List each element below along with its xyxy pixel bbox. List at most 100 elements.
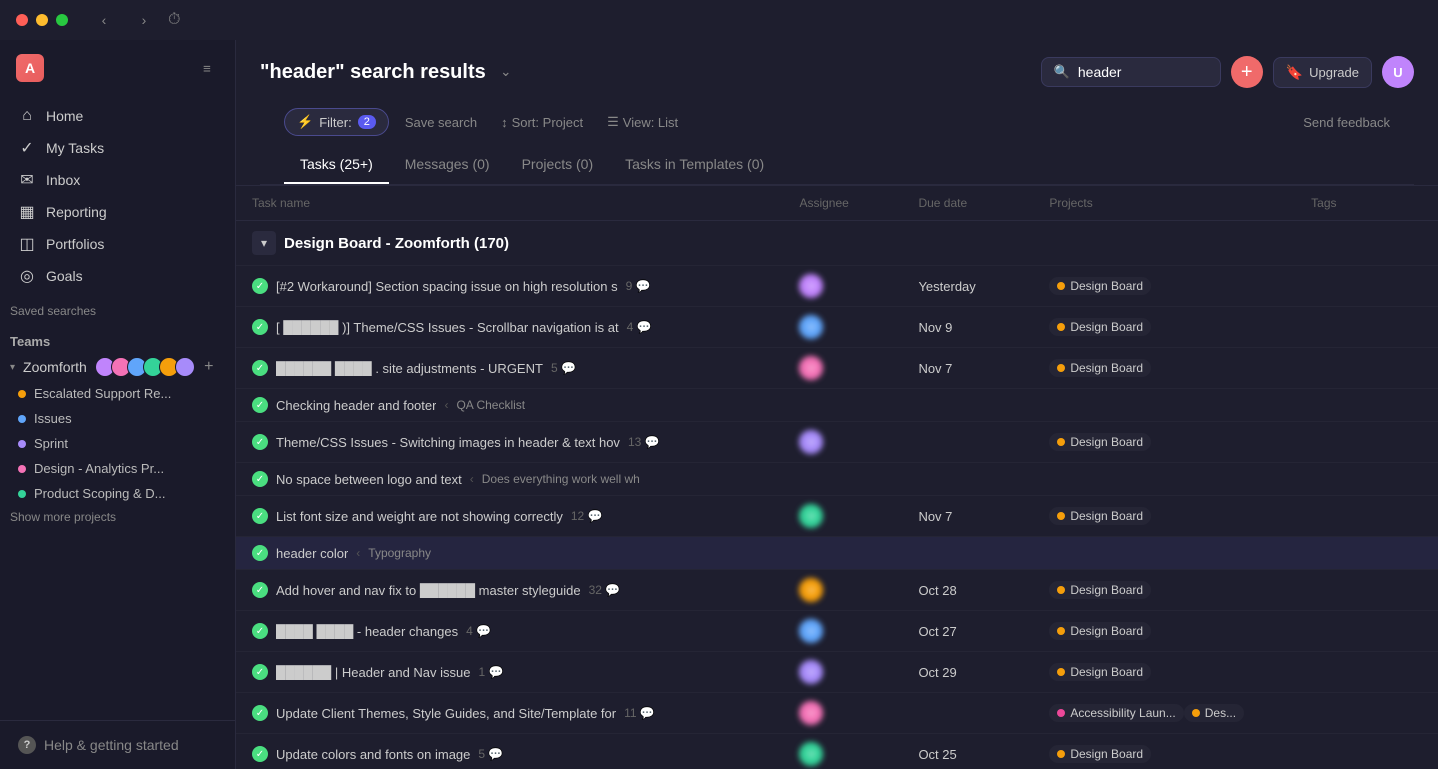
table-row[interactable]: ✓[#2 Workaround] Section spacing issue o… [236, 266, 1438, 307]
table-row[interactable]: ✓████ ████ - header changes4 💬UOct 27Des… [236, 611, 1438, 652]
task-complete-icon[interactable]: ✓ [252, 623, 268, 639]
sidebar-item-portfolios[interactable]: ◫ Portfolios [8, 228, 227, 260]
task-complete-icon[interactable]: ✓ [252, 508, 268, 524]
project-tag: Design Board [1049, 745, 1151, 763]
sidebar-nav: ⌂ Home ✓ My Tasks ✉ Inbox ▦ Reporting ◫ … [0, 96, 235, 296]
project-item-design-analytics[interactable]: Design - Analytics Pr... [8, 456, 227, 481]
tab-tasks[interactable]: Tasks (25+) [284, 146, 389, 184]
tags-cell [1295, 570, 1438, 611]
table-row[interactable]: ✓No space between logo and text ‹ Does e… [236, 463, 1438, 496]
upgrade-btn[interactable]: 🔖 Upgrade [1273, 57, 1372, 88]
projects-cell [1033, 389, 1295, 422]
task-complete-icon[interactable]: ✓ [252, 434, 268, 450]
task-complete-icon[interactable]: ✓ [252, 278, 268, 294]
sort-label: Sort: Project [512, 115, 584, 130]
save-search-btn[interactable]: Save search [397, 110, 485, 135]
tab-messages[interactable]: Messages (0) [389, 146, 506, 184]
back-btn[interactable]: ‹ [92, 8, 116, 32]
due-date-cell: Nov 7 [902, 348, 1033, 389]
task-link-sep: ‹ [356, 546, 360, 560]
sidebar-item-label-portfolios: Portfolios [46, 236, 104, 252]
table-row[interactable]: ✓List font size and weight are not showi… [236, 496, 1438, 537]
task-name-text: ██████ ████ . site adjustments - URGENT [276, 361, 543, 376]
view-btn[interactable]: ☰ View: List [599, 109, 686, 135]
tags-cell [1295, 693, 1438, 734]
project-item-issues[interactable]: Issues [8, 406, 227, 431]
help-item[interactable]: ? Help & getting started [8, 729, 227, 761]
header-menu-btn[interactable]: ⌄ [494, 60, 518, 84]
group-toggle-btn[interactable]: ▾ [252, 231, 276, 255]
sidebar-item-home[interactable]: ⌂ Home [8, 100, 227, 132]
tab-templates[interactable]: Tasks in Templates (0) [609, 146, 780, 184]
table-header: Task name Assignee Due date Projects Tag… [236, 186, 1438, 221]
task-complete-icon[interactable]: ✓ [252, 582, 268, 598]
comment-count: 32 💬 [589, 583, 621, 597]
view-label: View: List [623, 115, 678, 130]
project-item-sprint[interactable]: Sprint [8, 431, 227, 456]
filter-btn[interactable]: ⚡ Filter: 2 [284, 108, 389, 136]
tab-projects[interactable]: Projects (0) [506, 146, 610, 184]
sidebar: A ≡ ⌂ Home ✓ My Tasks ✉ Inbox ▦ Reportin… [0, 40, 236, 769]
task-link[interactable]: QA Checklist [456, 398, 525, 412]
header-top: "header" search results ⌄ 🔍 + 🔖 Upgrade … [260, 56, 1414, 88]
team-item-zoomforth[interactable]: ▾ Zoomforth + [0, 353, 235, 381]
add-btn[interactable]: + [1231, 56, 1263, 88]
table-row[interactable]: ✓██████ | Header and Nav issue1 💬UOct 29… [236, 652, 1438, 693]
table-row[interactable]: ✓Update Client Themes, Style Guides, and… [236, 693, 1438, 734]
table-row[interactable]: ✓Theme/CSS Issues - Switching images in … [236, 422, 1438, 463]
task-complete-icon[interactable]: ✓ [252, 471, 268, 487]
task-link[interactable]: Typography [368, 546, 431, 560]
group-title: Design Board - Zoomforth (170) [284, 235, 509, 252]
show-more-projects[interactable]: Show more projects [0, 506, 235, 528]
assignee-avatar: U [799, 701, 823, 725]
project-item-product-scoping[interactable]: Product Scoping & D... [8, 481, 227, 506]
sidebar-item-reporting[interactable]: ▦ Reporting [8, 196, 227, 228]
project-item-escalated[interactable]: Escalated Support Re... [8, 381, 227, 406]
group-header: ▾ Design Board - Zoomforth (170) [252, 231, 1422, 255]
search-input[interactable] [1078, 64, 1178, 80]
sort-btn[interactable]: ↕ Sort: Project [493, 110, 591, 135]
main-content: "header" search results ⌄ 🔍 + 🔖 Upgrade … [236, 40, 1438, 769]
table-row[interactable]: ✓Checking header and footer ‹ QA Checkli… [236, 389, 1438, 422]
user-avatar[interactable]: U [1382, 56, 1414, 88]
tags-cell [1295, 307, 1438, 348]
search-box[interactable]: 🔍 [1041, 57, 1221, 87]
task-name-text: Checking header and footer [276, 398, 436, 413]
header-title-row: "header" search results ⌄ [260, 60, 518, 84]
sidebar-item-my-tasks[interactable]: ✓ My Tasks [8, 132, 227, 164]
task-link[interactable]: Does everything work well wh [482, 472, 640, 486]
project-label: Product Scoping & D... [34, 486, 166, 501]
sidebar-item-goals[interactable]: ◎ Goals [8, 260, 227, 292]
sidebar-item-inbox[interactable]: ✉ Inbox [8, 164, 227, 196]
task-complete-icon[interactable]: ✓ [252, 705, 268, 721]
task-complete-icon[interactable]: ✓ [252, 360, 268, 376]
due-date-cell [902, 463, 1033, 496]
task-name-text: ████ ████ - header changes [276, 624, 458, 639]
forward-btn[interactable]: › [132, 8, 156, 32]
assignee-avatar: U [799, 619, 823, 643]
table-row[interactable]: ✓header color ‹ Typography [236, 537, 1438, 570]
table-row[interactable]: ✓ ██████ ████ . site adjustments - URGENT… [236, 348, 1438, 389]
task-name-text: No space between logo and text [276, 472, 462, 487]
comment-count: 5 💬 [478, 747, 503, 761]
maximize-window-btn[interactable] [56, 14, 68, 26]
task-complete-icon[interactable]: ✓ [252, 545, 268, 561]
table-row[interactable]: ✓Update colors and fonts on image5 💬UOct… [236, 734, 1438, 769]
task-complete-icon[interactable]: ✓ [252, 319, 268, 335]
close-window-btn[interactable] [16, 14, 28, 26]
minimize-window-btn[interactable] [36, 14, 48, 26]
task-complete-icon[interactable]: ✓ [252, 397, 268, 413]
table-row[interactable]: ✓[ ██████ )] Theme/CSS Issues - Scrollba… [236, 307, 1438, 348]
tags-cell [1295, 537, 1438, 570]
project-tag: Design Board [1049, 433, 1151, 451]
task-complete-icon[interactable]: ✓ [252, 746, 268, 762]
inbox-icon: ✉ [18, 171, 36, 189]
assignee-cell: U [783, 611, 902, 652]
add-team-btn[interactable]: + [199, 357, 219, 377]
due-date-cell: Nov 7 [902, 496, 1033, 537]
task-complete-icon[interactable]: ✓ [252, 664, 268, 680]
project-tag-dot [1057, 750, 1065, 758]
send-feedback-btn[interactable]: Send feedback [1303, 115, 1390, 130]
table-row[interactable]: ✓Add hover and nav fix to ██████ master … [236, 570, 1438, 611]
sidebar-collapse-btn[interactable]: ≡ [195, 56, 219, 80]
